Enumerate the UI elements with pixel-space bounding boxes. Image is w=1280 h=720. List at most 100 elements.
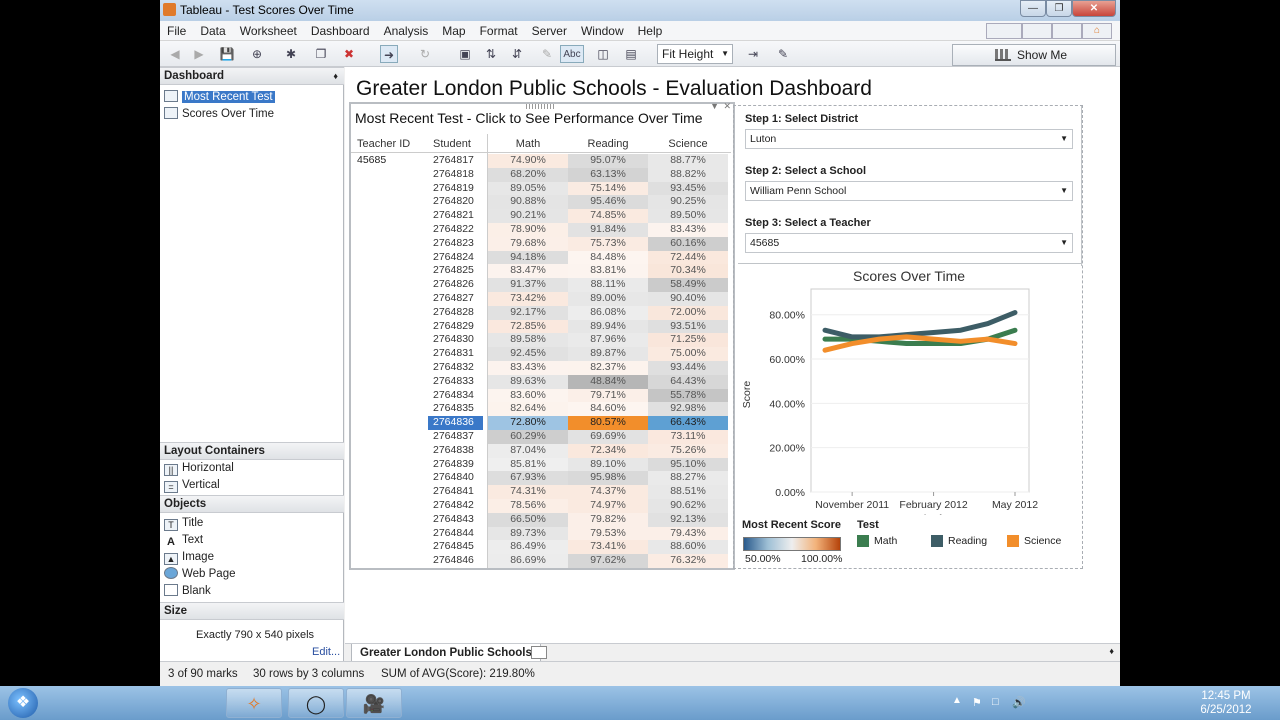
size-edit-link[interactable]: Edit... (312, 646, 340, 658)
highlight-icon[interactable]: ✎ (538, 45, 556, 63)
science-cell[interactable]: 88.60% (648, 540, 728, 555)
table-row[interactable]: 2764844 89.73% 79.53% 79.43% (351, 526, 731, 541)
table-row[interactable]: 2764846 86.69% 97.62% 76.32% (351, 554, 731, 568)
most-recent-test-sheet[interactable]: ▼ ✕ Most Recent Test - Click to See Perf… (349, 101, 735, 570)
sheet-close-icon[interactable]: ✕ (723, 101, 731, 112)
reading-cell[interactable]: 48.84% (568, 374, 648, 389)
student-cell[interactable]: 2764830 (433, 333, 474, 347)
student-cell[interactable]: 2764843 (433, 513, 474, 527)
reading-cell[interactable]: 74.85% (568, 209, 648, 223)
show-me-button[interactable]: Show Me (952, 44, 1116, 66)
math-cell[interactable]: 83.43% (488, 361, 568, 375)
student-cell[interactable]: 2764846 (433, 554, 474, 568)
student-cell[interactable]: 2764838 (433, 444, 474, 458)
clock[interactable]: 12:45 PM 6/25/2012 (1196, 689, 1256, 717)
math-cell[interactable]: 94.18% (488, 250, 568, 265)
connect-data-icon[interactable]: ⊕ (248, 45, 266, 63)
student-cell[interactable]: 2764823 (433, 237, 474, 251)
legend-label[interactable]: Science (1024, 535, 1061, 547)
science-cell[interactable]: 64.43% (648, 374, 728, 389)
science-cell[interactable]: 66.43% (648, 416, 728, 430)
new-sheet-icon[interactable]: ✱ (282, 45, 300, 63)
reading-cell[interactable]: 83.81% (568, 264, 648, 279)
reading-cell[interactable]: 97.62% (568, 554, 648, 568)
menu-item[interactable]: Map (435, 21, 472, 41)
science-cell[interactable]: 72.44% (648, 250, 728, 265)
science-cell[interactable]: 60.16% (648, 236, 728, 251)
reading-cell[interactable]: 74.37% (568, 485, 648, 499)
science-cell[interactable]: 76.32% (648, 554, 728, 568)
reading-cell[interactable]: 73.41% (568, 540, 648, 555)
home-icon[interactable]: ⌂ (1082, 23, 1112, 39)
table-row[interactable]: 2764828 92.17% 86.08% 72.00% (351, 305, 731, 320)
science-cell[interactable]: 93.44% (648, 361, 728, 375)
science-cell[interactable]: 88.77% (648, 154, 728, 168)
student-cell[interactable]: 2764825 (433, 264, 474, 278)
table-row[interactable]: 2764826 91.37% 88.11% 58.49% (351, 278, 731, 292)
tab-scroll-icon[interactable]: ♦ (1109, 646, 1114, 656)
menu-item[interactable]: Window (574, 21, 631, 41)
pen-icon[interactable]: ✎ (774, 45, 792, 63)
forward-icon[interactable]: ▶ (190, 45, 208, 63)
math-cell[interactable]: 87.04% (488, 443, 568, 458)
student-cell[interactable]: 2764820 (433, 195, 474, 209)
science-cell[interactable]: 92.13% (648, 512, 728, 527)
reading-cell[interactable]: 84.48% (568, 250, 648, 265)
menu-item[interactable]: Dashboard (304, 21, 377, 41)
student-cell[interactable]: 2764817 (433, 154, 474, 168)
math-cell[interactable]: 67.93% (488, 471, 568, 486)
fit-select[interactable]: Fit Height ▼ (657, 44, 733, 64)
fit-icon[interactable]: ▤ (622, 45, 640, 63)
table-row[interactable]: 2764827 73.42% 89.00% 90.40% (351, 292, 731, 306)
science-cell[interactable]: 95.10% (648, 457, 728, 472)
layout-item-horizontal[interactable]: || Horizontal (164, 460, 234, 476)
sheet-menu-icon[interactable]: ▼ (710, 101, 719, 111)
science-cell[interactable]: 79.43% (648, 526, 728, 541)
table-row[interactable]: 2764822 78.90% 91.84% 83.43% (351, 223, 731, 237)
object-item-image[interactable]: ▲ Image (164, 549, 214, 565)
math-cell[interactable]: 83.60% (488, 388, 568, 403)
math-cell[interactable]: 89.63% (488, 374, 568, 389)
science-cell[interactable]: 88.82% (648, 167, 728, 182)
student-cell[interactable]: 2764834 (433, 389, 474, 403)
math-cell[interactable]: 66.50% (488, 512, 568, 527)
math-cell[interactable]: 60.29% (488, 430, 568, 444)
science-cell[interactable]: 71.25% (648, 333, 728, 348)
reading-cell[interactable]: 84.60% (568, 402, 648, 417)
drag-handle[interactable] (526, 104, 556, 109)
student-cell[interactable]: 2764831 (433, 347, 474, 361)
science-cell[interactable]: 73.11% (648, 430, 728, 444)
reading-cell[interactable]: 95.46% (568, 195, 648, 210)
pin-icon[interactable]: ♦ (333, 68, 338, 84)
table-row[interactable]: 2764830 89.58% 87.96% 71.25% (351, 333, 731, 348)
reading-cell[interactable]: 75.14% (568, 181, 648, 196)
reading-cell[interactable]: 88.11% (568, 278, 648, 292)
table-row[interactable]: 2764843 66.50% 79.82% 92.13% (351, 512, 731, 527)
science-cell[interactable]: 70.34% (648, 264, 728, 279)
filter-select[interactable]: Luton ▼ (745, 129, 1073, 149)
table-row[interactable]: 2764832 83.43% 82.37% 93.44% (351, 361, 731, 375)
student-cell[interactable]: 2764828 (433, 306, 474, 320)
science-cell[interactable]: 90.25% (648, 195, 728, 210)
network-icon[interactable]: □ (992, 696, 999, 708)
table-row[interactable]: 2764824 94.18% 84.48% 72.44% (351, 250, 731, 265)
legend-swatch[interactable] (931, 535, 943, 547)
layout-icon[interactable] (1022, 23, 1052, 39)
math-cell[interactable]: 90.88% (488, 195, 568, 210)
menu-item[interactable]: Format (473, 21, 525, 41)
math-cell[interactable]: 74.90% (488, 154, 568, 168)
math-cell[interactable]: 72.85% (488, 319, 568, 334)
scores-over-time-chart[interactable]: Scores Over Time 0.00% 20.00% 40.00% 60.00% 8… (738, 265, 1083, 515)
sort-desc-icon[interactable]: ⇵ (508, 45, 526, 63)
table-row[interactable]: 2764819 89.05% 75.14% 93.45% (351, 181, 731, 196)
student-cell[interactable]: 2764836 (428, 416, 483, 430)
reading-cell[interactable]: 89.00% (568, 292, 648, 306)
reading-cell[interactable]: 91.84% (568, 223, 648, 237)
maximize-button[interactable]: ❐ (1046, 0, 1072, 17)
camtasia-task-icon[interactable]: 🎥 (346, 688, 402, 718)
table-row[interactable]: 2764833 89.63% 48.84% 64.43% (351, 374, 731, 389)
math-cell[interactable]: 85.81% (488, 457, 568, 472)
student-cell[interactable]: 2764835 (433, 402, 474, 416)
math-cell[interactable]: 86.49% (488, 540, 568, 555)
table-row[interactable]: 2764831 92.45% 89.87% 75.00% (351, 347, 731, 361)
